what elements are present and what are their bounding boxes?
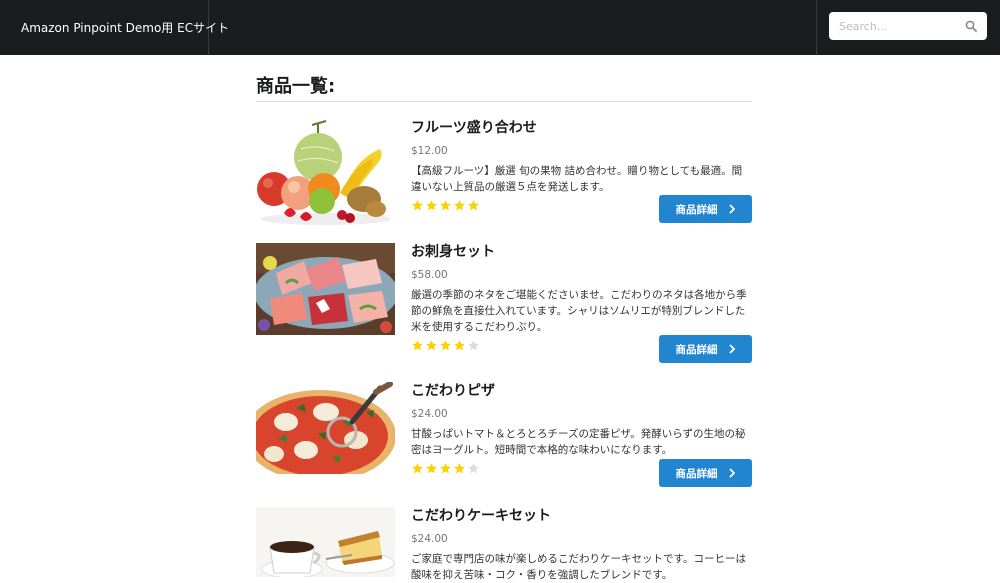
product-detail-button[interactable]: 商品詳細	[659, 335, 752, 363]
search-input[interactable]	[829, 13, 954, 39]
product-price: $24.00	[411, 533, 448, 545]
star-icon	[440, 200, 451, 211]
button-label: 商品詳細	[675, 467, 718, 480]
star-icon	[454, 463, 465, 474]
product-name[interactable]: こだわりピザ	[411, 382, 752, 400]
top-menu-bar: Amazon Pinpoint Demo用 ECサイト	[0, 0, 1000, 55]
button-label: 商品詳細	[675, 203, 718, 216]
product-description: 厳選の季節のネタをご堪能くださいませ。こだわりのネタは各地から季節の鮮魚を直接仕…	[411, 289, 747, 333]
star-icon	[440, 340, 451, 351]
product-image-sashimi[interactable]	[256, 243, 395, 335]
button-label: 商品詳細	[675, 343, 718, 356]
product-price: $24.00	[411, 408, 448, 420]
product-description: 甘酸っぱいトマト＆とろとろチーズの定番ピザ。発酵いらずの生地の秘密はヨーグルト。…	[411, 428, 746, 456]
star-icon	[412, 463, 423, 474]
star-icon	[454, 340, 465, 351]
product-list-section: 商品一覧: フルーツ盛り合わせ $12.00 【高級フルーツ】厳選 旬の果物 詰…	[256, 72, 752, 581]
star-icon	[468, 463, 479, 474]
product-name[interactable]: お刺身セット	[411, 243, 752, 261]
product-description: 【高級フルーツ】厳選 旬の果物 詰め合わせ。贈り物としても最適。間違いない上質品…	[411, 165, 743, 193]
product-detail-button[interactable]: 商品詳細	[659, 459, 752, 487]
product-image-cake[interactable]	[256, 507, 395, 577]
star-icon	[440, 463, 451, 474]
product-image-fruits[interactable]	[256, 119, 395, 226]
product-price: $58.00	[411, 269, 448, 281]
product-name[interactable]: こだわりケーキセット	[411, 507, 752, 525]
search-box	[829, 12, 987, 40]
product-price: $12.00	[411, 145, 448, 157]
chevron-right-icon	[728, 204, 735, 214]
search-icon[interactable]	[965, 20, 977, 32]
star-icon	[468, 340, 479, 351]
star-icon	[426, 340, 437, 351]
star-icon	[426, 200, 437, 211]
product-detail-button[interactable]: 商品詳細	[659, 195, 752, 223]
star-icon	[426, 463, 437, 474]
star-icon	[412, 200, 423, 211]
product-image-pizza[interactable]	[256, 382, 395, 474]
page-title: 商品一覧:	[256, 72, 752, 102]
star-icon	[468, 200, 479, 211]
site-brand-link[interactable]: Amazon Pinpoint Demo用 ECサイト	[0, 0, 229, 55]
product-name[interactable]: フルーツ盛り合わせ	[411, 119, 752, 137]
star-icon	[412, 340, 423, 351]
chevron-right-icon	[728, 468, 735, 478]
chevron-right-icon	[728, 344, 735, 354]
menu-divider	[816, 0, 817, 55]
product-description: ご家庭で専門店の味が楽しめるこだわりケーキセットです。コーヒーは酸味を抑え苦味・…	[411, 553, 746, 581]
star-icon	[454, 200, 465, 211]
